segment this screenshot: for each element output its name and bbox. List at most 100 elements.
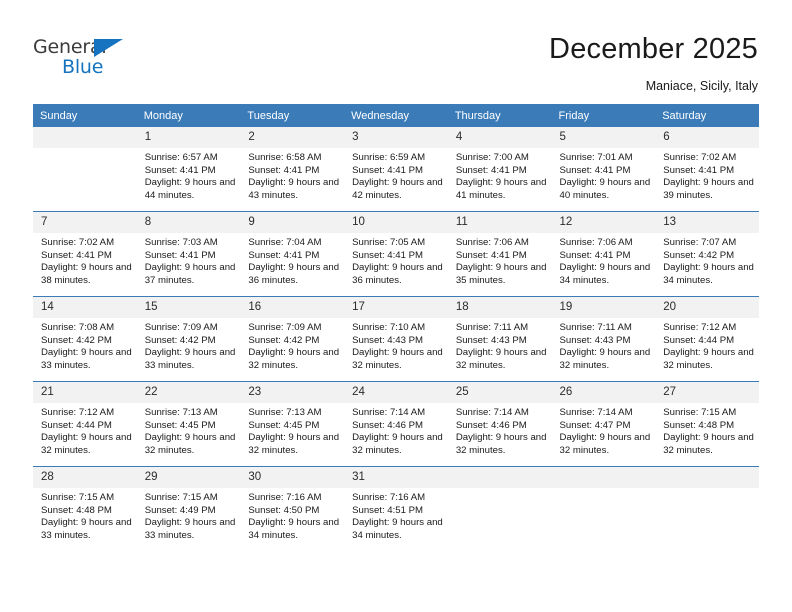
sunset-text: Sunset: 4:45 PM (144, 419, 216, 431)
sunrise-text: Sunrise: 7:16 AM (248, 492, 322, 503)
calendar-day-cell[interactable]: 2 Sunrise: 6:58 AM Sunset: 4:41 PM Daylight… (240, 127, 345, 212)
sunset-text: Sunset: 4:42 PM (41, 334, 112, 346)
calendar-day-cell[interactable]: 22 Sunrise: 7:13 AM Sunset: 4:45 PM Dayligh… (136, 381, 241, 467)
calendar-day-cell[interactable]: 29 Sunrise: 7:15 AM Sunset: 4:49 PM Dayligh… (136, 466, 241, 551)
calendar-day-cell[interactable]: 12 Sunrise: 7:06 AM Sunset: 4:41 PM Dayligh… (551, 211, 656, 297)
sunset-text: Sunset: 4:41 PM (455, 249, 527, 261)
calendar-grid: Sunday Monday Tuesday Wednesday Thursday… (33, 104, 759, 551)
calendar-day-cell[interactable]: 17 Sunrise: 7:10 AM Sunset: 4:43 PM Dayligh… (344, 296, 448, 382)
sunset-text: Sunset: 4:41 PM (144, 249, 216, 261)
calendar-day-cell[interactable]: 28 Sunrise: 7:15 AM Sunset: 4:48 PM Dayligh… (33, 466, 137, 551)
weekday-header-wednesday: Wednesday (344, 104, 448, 127)
day-number: 19 (551, 297, 656, 318)
daylight-text: Daylight: 9 hours and 33 minutes. (41, 347, 132, 371)
day-number: 5 (551, 127, 656, 148)
day-number: 9 (240, 212, 345, 233)
sunset-text: Sunset: 4:42 PM (663, 249, 735, 261)
day-number: 6 (655, 127, 759, 148)
sunset-text: Sunset: 4:50 PM (248, 504, 320, 516)
daylight-text: Daylight: 9 hours and 32 minutes. (248, 432, 340, 456)
calendar-day-cell[interactable]: 18 Sunrise: 7:11 AM Sunset: 4:43 PM Dayligh… (447, 296, 552, 382)
sunrise-text: Sunrise: 7:02 AM (663, 152, 737, 163)
calendar-page: General Blue December 2025 Maniace, Sici… (0, 0, 792, 612)
day-number: 20 (655, 297, 759, 318)
day-sun-info: Sunrise: 7:07 AM Sunset: 4:42 PM Daylight:… (655, 233, 759, 287)
calendar-day-cell[interactable]: 9 Sunrise: 7:04 AM Sunset: 4:41 PM Daylight… (240, 211, 345, 297)
sunrise-text: Sunrise: 7:15 AM (663, 407, 737, 418)
sunrise-text: Sunrise: 7:00 AM (455, 152, 529, 163)
calendar-week-row: 28 Sunrise: 7:15 AM Sunset: 4:48 PM Dayligh… (33, 466, 759, 551)
sunrise-text: Sunrise: 7:08 AM (41, 322, 115, 333)
calendar-week-row: 1 Sunrise: 6:57 AM Sunset: 4:41 PM Daylight… (33, 127, 759, 212)
calendar-day-cell[interactable]: 15 Sunrise: 7:09 AM Sunset: 4:42 PM Dayligh… (136, 296, 241, 382)
sunset-text: Sunset: 4:43 PM (559, 334, 631, 346)
day-sun-info: Sunrise: 7:14 AM Sunset: 4:46 PM Daylight:… (448, 403, 552, 457)
calendar-day-cell-empty (655, 466, 759, 551)
sunrise-text: Sunrise: 7:13 AM (144, 407, 218, 418)
sunrise-text: Sunrise: 6:57 AM (144, 152, 218, 163)
calendar-day-cell[interactable]: 14 Sunrise: 7:08 AM Sunset: 4:42 PM Dayligh… (33, 296, 137, 382)
day-sun-info: Sunrise: 7:15 AM Sunset: 4:48 PM Daylight:… (33, 488, 137, 542)
weekday-header-friday: Friday (551, 104, 656, 127)
calendar-day-cell[interactable]: 13 Sunrise: 7:07 AM Sunset: 4:42 PM Dayligh… (655, 211, 759, 297)
calendar-day-cell[interactable]: 5 Sunrise: 7:01 AM Sunset: 4:41 PM Daylight… (551, 127, 656, 212)
day-number: 7 (33, 212, 137, 233)
sunrise-text: Sunrise: 7:12 AM (663, 322, 737, 333)
daylight-text: Daylight: 9 hours and 32 minutes. (559, 347, 651, 371)
day-number: 18 (447, 297, 552, 318)
calendar-week-row: 14 Sunrise: 7:08 AM Sunset: 4:42 PM Dayligh… (33, 296, 759, 382)
sunrise-text: Sunrise: 7:14 AM (455, 407, 529, 418)
daylight-text: Daylight: 9 hours and 37 minutes. (144, 262, 236, 286)
sunset-text: Sunset: 4:51 PM (352, 504, 424, 516)
day-number (655, 467, 759, 488)
sunrise-text: Sunrise: 7:02 AM (41, 237, 115, 248)
calendar-day-cell[interactable]: 1 Sunrise: 6:57 AM Sunset: 4:41 PM Daylight… (136, 127, 241, 212)
calendar-day-cell[interactable]: 26 Sunrise: 7:14 AM Sunset: 4:47 PM Dayligh… (551, 381, 656, 467)
calendar-day-cell[interactable]: 31 Sunrise: 7:16 AM Sunset: 4:51 PM Dayligh… (344, 466, 448, 551)
day-number: 21 (33, 382, 137, 403)
calendar-day-cell[interactable]: 16 Sunrise: 7:09 AM Sunset: 4:42 PM Dayligh… (240, 296, 345, 382)
daylight-text: Daylight: 9 hours and 32 minutes. (663, 432, 754, 456)
calendar-day-cell[interactable]: 8 Sunrise: 7:03 AM Sunset: 4:41 PM Daylight… (136, 211, 241, 297)
day-number: 1 (136, 127, 241, 148)
sunrise-text: Sunrise: 7:04 AM (248, 237, 322, 248)
sunrise-text: Sunrise: 7:09 AM (248, 322, 322, 333)
sunset-text: Sunset: 4:46 PM (352, 419, 424, 431)
sunset-text: Sunset: 4:41 PM (248, 249, 320, 261)
calendar-day-cell[interactable]: 20 Sunrise: 7:12 AM Sunset: 4:44 PM Dayligh… (655, 296, 759, 382)
day-sun-info: Sunrise: 7:12 AM Sunset: 4:44 PM Daylight:… (655, 318, 759, 372)
sunrise-text: Sunrise: 7:12 AM (41, 407, 115, 418)
sunrise-text: Sunrise: 7:06 AM (455, 237, 529, 248)
daylight-text: Daylight: 9 hours and 40 minutes. (559, 177, 651, 201)
day-number (33, 127, 137, 148)
calendar-day-cell[interactable]: 30 Sunrise: 7:16 AM Sunset: 4:50 PM Dayligh… (240, 466, 345, 551)
calendar-day-cell[interactable]: 27 Sunrise: 7:15 AM Sunset: 4:48 PM Dayligh… (655, 381, 759, 467)
calendar-day-cell[interactable]: 10 Sunrise: 7:05 AM Sunset: 4:41 PM Dayligh… (344, 211, 448, 297)
calendar-day-cell[interactable]: 6 Sunrise: 7:02 AM Sunset: 4:41 PM Daylight… (655, 127, 759, 212)
day-number: 2 (240, 127, 345, 148)
calendar-day-cell[interactable]: 19 Sunrise: 7:11 AM Sunset: 4:43 PM Dayligh… (551, 296, 656, 382)
calendar-day-cell[interactable]: 7 Sunrise: 7:02 AM Sunset: 4:41 PM Daylight… (33, 211, 137, 297)
sunrise-text: Sunrise: 7:16 AM (352, 492, 426, 503)
calendar-day-cell[interactable]: 24 Sunrise: 7:14 AM Sunset: 4:46 PM Dayligh… (344, 381, 448, 467)
day-number (551, 467, 656, 488)
calendar-day-cell[interactable]: 23 Sunrise: 7:13 AM Sunset: 4:45 PM Dayligh… (240, 381, 345, 467)
calendar-day-cell[interactable]: 3 Sunrise: 6:59 AM Sunset: 4:41 PM Daylight… (344, 127, 448, 212)
day-number: 17 (344, 297, 448, 318)
calendar-day-cell[interactable]: 21 Sunrise: 7:12 AM Sunset: 4:44 PM Dayligh… (33, 381, 137, 467)
day-sun-info: Sunrise: 7:14 AM Sunset: 4:46 PM Daylight:… (344, 403, 448, 457)
calendar-day-cell[interactable]: 4 Sunrise: 7:00 AM Sunset: 4:41 PM Daylight… (447, 127, 552, 212)
calendar-day-cell[interactable]: 25 Sunrise: 7:14 AM Sunset: 4:46 PM Dayligh… (447, 381, 552, 467)
daylight-text: Daylight: 9 hours and 36 minutes. (352, 262, 443, 286)
general-blue-logo[interactable]: General Blue (33, 36, 153, 82)
day-sun-info: Sunrise: 7:11 AM Sunset: 4:43 PM Daylight:… (448, 318, 552, 372)
day-sun-info: Sunrise: 7:08 AM Sunset: 4:42 PM Daylight:… (33, 318, 137, 372)
day-number: 31 (344, 467, 448, 488)
day-number: 30 (240, 467, 345, 488)
calendar-day-cell[interactable]: 11 Sunrise: 7:06 AM Sunset: 4:41 PM Dayligh… (447, 211, 552, 297)
sunset-text: Sunset: 4:48 PM (663, 419, 735, 431)
weekday-header-tuesday: Tuesday (240, 104, 345, 127)
sunrise-text: Sunrise: 7:03 AM (144, 237, 218, 248)
day-sun-info: Sunrise: 7:02 AM Sunset: 4:41 PM Daylight:… (655, 148, 759, 202)
day-sun-info: Sunrise: 6:57 AM Sunset: 4:41 PM Daylight:… (137, 148, 241, 202)
